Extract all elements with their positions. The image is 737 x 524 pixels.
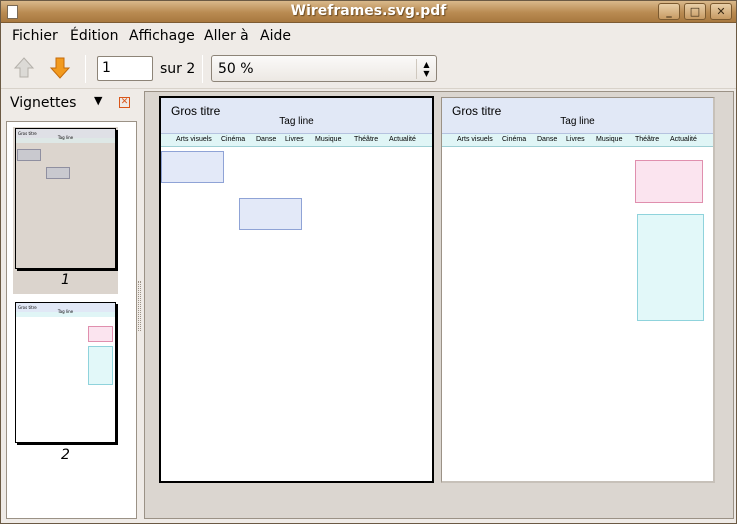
minimize-button[interactable]: _: [658, 3, 680, 20]
toolbar-separator: [85, 55, 86, 83]
next-page-button[interactable]: [47, 55, 73, 81]
wireframe-tagline: Tag line: [279, 116, 314, 127]
nav-item: Livres: [566, 136, 585, 143]
nav-item: Danse: [256, 136, 277, 143]
thumbnail-page-2[interactable]: Gros titre Tag line: [15, 302, 116, 443]
title-bar[interactable]: Wireframes.svg.pdf _ □ ✕: [1, 1, 736, 23]
wireframe-nav: Arts visuels Cinéma Danse Livres Musique…: [442, 134, 713, 147]
menu-aide[interactable]: Aide: [260, 28, 291, 44]
wireframe-block: [635, 160, 703, 203]
thumbnail-number-2: 2: [61, 447, 70, 463]
nav-item: Danse: [537, 136, 558, 143]
wireframe-header: Gros titre Tag line: [442, 98, 713, 134]
page-total-label: sur 2: [160, 61, 196, 77]
wireframe-header: Gros titre Tag line: [161, 98, 432, 134]
pdf-viewer-window: Wireframes.svg.pdf _ □ ✕ Fichier Édition…: [0, 0, 737, 524]
document-page-1: Gros titre Tag line Arts visuels Cinéma …: [159, 96, 434, 483]
thumb-box: [88, 346, 113, 385]
pane-splitter[interactable]: [138, 281, 141, 331]
document-view[interactable]: Gros titre Tag line Arts visuels Cinéma …: [144, 91, 734, 519]
thumb-box: [88, 326, 113, 342]
nav-item: Actualité: [389, 136, 416, 143]
sidebar-header: Vignettes ▼ ✕: [3, 91, 137, 117]
toolbar-separator: [202, 55, 203, 83]
nav-item: Musique: [596, 136, 623, 143]
thumbnail-number-1: 1: [61, 272, 70, 288]
close-sidebar-icon[interactable]: ✕: [119, 97, 130, 108]
nav-item: Cinéma: [221, 136, 246, 143]
thumbnail-page-1[interactable]: Gros titre Tag line: [15, 128, 116, 269]
menu-edition[interactable]: Édition: [70, 28, 118, 44]
nav-item: Arts visuels: [176, 136, 212, 143]
maximize-button[interactable]: □: [684, 3, 706, 20]
zoom-select[interactable]: 50 % ▲ ▼: [211, 55, 437, 82]
sidebar-dropdown-icon[interactable]: ▼: [94, 94, 102, 107]
nav-item: Livres: [285, 136, 304, 143]
spin-arrows-icon: ▲ ▼: [416, 59, 436, 79]
toolbar: 1 sur 2 50 % ▲ ▼: [1, 49, 736, 89]
nav-item: Musique: [315, 136, 342, 143]
thumb-box: [46, 167, 70, 179]
zoom-value: 50 %: [218, 61, 254, 77]
wireframe-block: [161, 151, 224, 183]
wireframe-nav: Arts visuels Cinéma Danse Livres Musique…: [161, 134, 432, 147]
wireframe-tagline: Tag line: [560, 116, 595, 127]
nav-item: Théâtre: [635, 136, 660, 143]
sidebar-title: Vignettes: [10, 95, 77, 111]
down-arrow-icon: [49, 57, 71, 79]
nav-item: Arts visuels: [457, 136, 493, 143]
page-number-input[interactable]: 1: [97, 56, 153, 81]
menu-affichage[interactable]: Affichage: [129, 28, 195, 44]
window-title: Wireframes.svg.pdf: [290, 3, 447, 19]
menu-fichier[interactable]: Fichier: [12, 28, 58, 44]
nav-item: Théâtre: [354, 136, 379, 143]
previous-page-button[interactable]: [11, 55, 37, 81]
thumbnails-pane[interactable]: Gros titre Tag line 1 Gros titre Tag lin…: [6, 121, 137, 519]
wireframe-block: [239, 198, 302, 230]
document-page-2: Gros titre Tag line Arts visuels Cinéma …: [441, 97, 715, 483]
nav-item: Actualité: [670, 136, 697, 143]
thumb-box: [17, 149, 41, 161]
menu-aller-a[interactable]: Aller à: [204, 28, 249, 44]
thumb-tagline: Tag line: [57, 135, 74, 140]
wireframe-block: [637, 214, 704, 321]
thumb-tagline: Tag line: [57, 309, 74, 314]
nav-item: Cinéma: [502, 136, 527, 143]
sidebar: Vignettes ▼ ✕ Gros titre Tag line 1 Gros…: [3, 91, 137, 521]
close-window-button[interactable]: ✕: [710, 3, 732, 20]
menubar: Fichier Édition Affichage Aller à Aide: [1, 24, 736, 49]
up-arrow-icon: [13, 57, 35, 78]
